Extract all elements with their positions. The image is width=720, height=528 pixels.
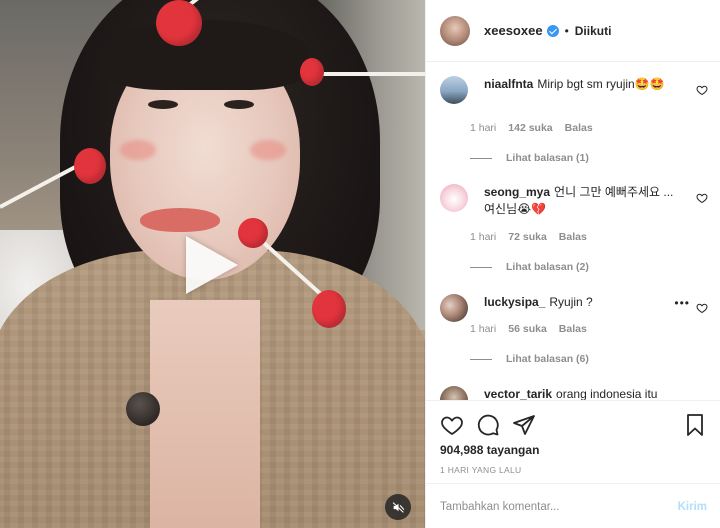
action-bar [440, 413, 707, 437]
play-icon[interactable] [186, 236, 238, 294]
comment-item: seong_mya 언니 그만 예뻐주세요 ... 여신님😭💔 [440, 184, 708, 218]
commenter-username[interactable]: niaalfnta [484, 77, 533, 91]
comment-body: niaalfnta Mirip bgt sm ryujin🤩🤩 [484, 76, 674, 104]
comment-meta: 1 hari 56 suka Balas [470, 323, 587, 335]
comment-options-icon[interactable]: ••• [674, 296, 690, 310]
comment-likes[interactable]: 56 suka [508, 323, 547, 335]
post-comment-button[interactable]: Kirim [678, 501, 707, 513]
comment-item: luckysipa_ Ryujin ? ••• [440, 294, 708, 322]
share-icon[interactable] [512, 413, 536, 437]
commenter-avatar[interactable] [440, 76, 468, 104]
post-video[interactable] [0, 0, 425, 528]
comment-icon[interactable] [476, 413, 500, 437]
video-subject-fringe [100, 20, 310, 90]
comment-item: niaalfnta Mirip bgt sm ryujin🤩🤩 [440, 76, 708, 104]
comment-meta: 1 hari 72 suka Balas [470, 231, 587, 243]
replies-divider [470, 157, 492, 159]
view-replies-label: Lihat balasan (2) [506, 261, 589, 273]
view-count[interactable]: 904,988 tayangan [440, 443, 539, 457]
comment-like-heart-icon[interactable] [696, 84, 708, 96]
commenter-username[interactable]: seong_mya [484, 185, 550, 199]
view-replies-label: Lihat balasan (6) [506, 353, 589, 365]
bookmark-icon[interactable] [683, 413, 707, 437]
comment-like-heart-icon[interactable] [696, 302, 708, 314]
author-avatar[interactable] [440, 15, 470, 46]
comment-time: 1 hari [470, 231, 497, 243]
reply-button[interactable]: Balas [559, 323, 587, 335]
video-subject-neck [150, 300, 260, 528]
post-date[interactable]: 1 HARI YANG LALU [440, 465, 522, 475]
sticker-pin-2 [316, 72, 425, 76]
comment-time: 1 hari [470, 323, 497, 335]
commenter-username[interactable]: vector_tarik [484, 387, 552, 400]
comment-body: vector_tarik orang indonesia itu [484, 386, 674, 400]
comment-text: orang indonesia itu [556, 387, 658, 400]
sticker-pin-head-1 [156, 0, 202, 46]
speaker-muted-icon [392, 501, 404, 513]
video-subject-eye-left [148, 100, 178, 109]
sticker-pin-head-5 [312, 290, 346, 328]
comment-text: Ryujin ? [549, 295, 593, 309]
comment-text: Mirip bgt sm ryujin🤩🤩 [537, 77, 665, 91]
header-separator: • [564, 23, 569, 38]
heart-icon[interactable] [440, 413, 464, 437]
commenter-username[interactable]: luckysipa_ [484, 295, 545, 309]
reply-button[interactable]: Balas [565, 122, 593, 134]
post-header: xeesoxee • Diikuti [426, 0, 720, 62]
sticker-pin-head-2 [300, 58, 324, 86]
view-replies-button[interactable]: Lihat balasan (6) [470, 353, 589, 365]
reply-button[interactable]: Balas [559, 231, 587, 243]
comment-body: luckysipa_ Ryujin ? [484, 294, 674, 322]
commenter-avatar[interactable] [440, 386, 468, 400]
comments-list[interactable]: niaalfnta Mirip bgt sm ryujin🤩🤩 1 hari 14… [426, 62, 720, 400]
video-subject-cheek-left [120, 140, 156, 160]
post-side-panel: xeesoxee • Diikuti niaalfnta Mirip bgt sm… [425, 0, 720, 528]
following-button[interactable]: Diikuti [575, 24, 612, 38]
mute-toggle-button[interactable] [385, 494, 411, 520]
post-actions: 904,988 tayangan 1 HARI YANG LALU Kirim [426, 400, 720, 528]
comment-item: vector_tarik orang indonesia itu [440, 386, 708, 400]
add-comment-input[interactable] [440, 500, 678, 513]
comment-body: seong_mya 언니 그만 예뻐주세요 ... 여신님😭💔 [484, 184, 674, 218]
comment-like-heart-icon[interactable] [696, 192, 708, 204]
sticker-pin-head-3 [74, 148, 106, 184]
author-username[interactable]: xeesoxee [484, 23, 543, 38]
commenter-avatar[interactable] [440, 184, 468, 212]
comment-composer: Kirim [426, 483, 720, 528]
view-replies-button[interactable]: Lihat balasan (1) [470, 152, 589, 164]
verified-badge-icon [546, 24, 559, 37]
video-subject-cheek-right [250, 140, 286, 160]
comment-likes[interactable]: 72 suka [508, 231, 547, 243]
replies-divider [470, 358, 492, 360]
replies-divider [470, 266, 492, 268]
view-replies-label: Lihat balasan (1) [506, 152, 589, 164]
video-subject-lips [140, 208, 220, 232]
commenter-avatar[interactable] [440, 294, 468, 322]
video-subject-eye-right [224, 100, 254, 109]
view-replies-button[interactable]: Lihat balasan (2) [470, 261, 589, 273]
comment-time: 1 hari [470, 122, 497, 134]
sticker-pin-head-4 [238, 218, 268, 248]
comment-likes[interactable]: 142 suka [508, 122, 552, 134]
sweater-button [126, 392, 160, 426]
comment-meta: 1 hari 142 suka Balas [470, 122, 593, 134]
